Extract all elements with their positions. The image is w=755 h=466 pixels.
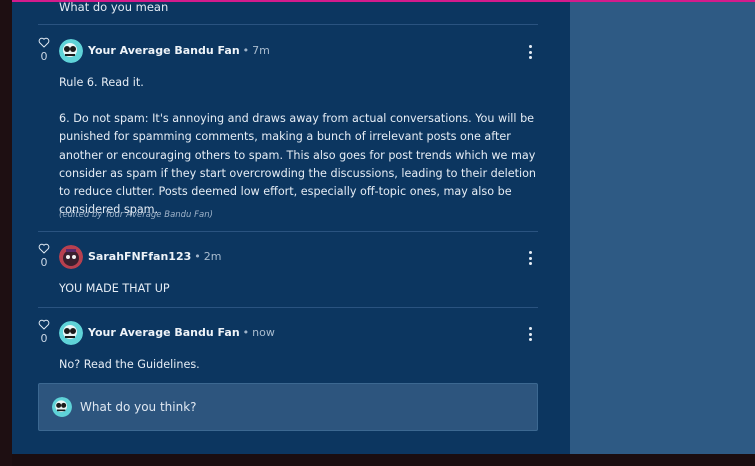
comment-header: Your Average Bandu Fan • 7m <box>88 44 270 57</box>
right-sidebar <box>570 2 755 454</box>
heart-icon[interactable] <box>38 319 50 330</box>
like-control[interactable]: 0 <box>38 243 50 269</box>
like-count: 0 <box>40 50 48 63</box>
author-name[interactable]: Your Average Bandu Fan <box>88 326 240 339</box>
like-control[interactable]: 0 <box>38 319 50 345</box>
comment-divider <box>38 231 538 232</box>
author-name[interactable]: Your Average Bandu Fan <box>88 44 240 57</box>
like-count: 0 <box>40 332 48 345</box>
comment-paragraph: 6. Do not spam: It's annoying and draws … <box>59 112 537 217</box>
bottom-edge <box>12 454 755 466</box>
left-edge <box>0 0 12 466</box>
meta-separator: • <box>242 44 250 57</box>
comment-header: SarahFNFfan123 • 2m <box>88 250 221 263</box>
comment-paragraph: Rule 6. Read it. <box>59 76 144 89</box>
meta-separator: • <box>194 250 201 263</box>
comment-divider <box>38 24 538 25</box>
user-avatar[interactable] <box>59 39 83 63</box>
heart-icon[interactable] <box>38 243 50 254</box>
meta-separator: • <box>242 326 250 339</box>
user-avatar[interactable] <box>59 245 83 269</box>
heart-icon[interactable] <box>38 37 50 48</box>
timestamp: now <box>252 326 275 339</box>
like-count: 0 <box>40 256 48 269</box>
timestamp: 2m <box>203 250 222 263</box>
edited-note: (edited by Your Average Bandu Fan) <box>59 210 213 220</box>
more-options-icon[interactable] <box>529 327 533 344</box>
user-avatar <box>52 397 72 417</box>
comment: 0 Your Average Bandu Fan • now No? Read th… <box>38 319 538 379</box>
comment-divider <box>38 307 538 308</box>
comment-paragraph: No? Read the Guidelines. <box>59 358 200 371</box>
comment: 0 Your Average Bandu Fan • 7m Rule 6. Read… <box>38 37 538 227</box>
like-control[interactable]: 0 <box>38 37 50 63</box>
more-options-icon[interactable] <box>529 251 533 268</box>
author-name[interactable]: SarahFNFfan123 <box>88 250 191 263</box>
previous-comment-text: What do you mean <box>59 0 169 14</box>
comment: 0 SarahFNFfan123 • 2m YOU MADE THAT UP <box>38 243 538 303</box>
more-options-icon[interactable] <box>529 45 533 62</box>
reply-input[interactable]: What do you think? <box>38 383 538 431</box>
comment-header: Your Average Bandu Fan • now <box>88 326 275 339</box>
comment-body: YOU MADE THAT UP <box>59 280 537 298</box>
user-avatar[interactable] <box>59 321 83 345</box>
comment-paragraph: YOU MADE THAT UP <box>59 282 170 295</box>
comment-body: No? Read the Guidelines. <box>59 356 537 374</box>
timestamp: 7m <box>252 44 270 57</box>
comment-body: Rule 6. Read it. 6. Do not spam: It's an… <box>59 74 537 219</box>
reply-placeholder[interactable]: What do you think? <box>80 400 197 414</box>
